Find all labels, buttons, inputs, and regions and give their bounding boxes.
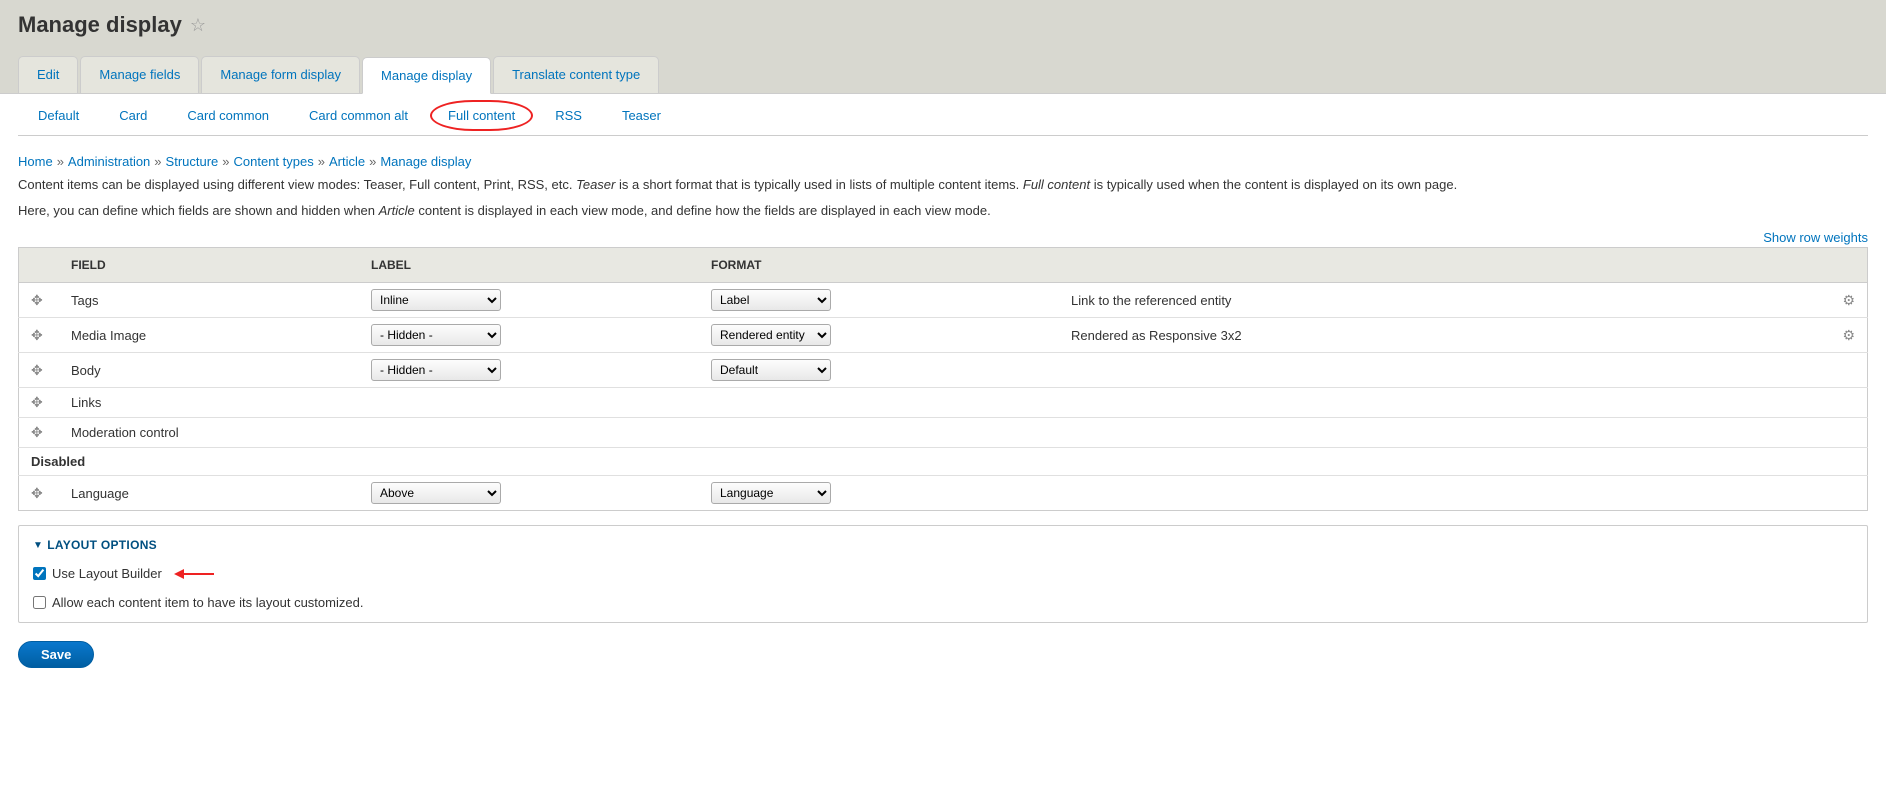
primary-tab-manage-display[interactable]: Manage display [362, 57, 491, 94]
breadcrumb-manage-display[interactable]: Manage display [380, 154, 471, 169]
table-row: ✥ Language Above Language [19, 476, 1868, 511]
format-select[interactable]: Default [711, 359, 831, 381]
use-layout-builder-label[interactable]: Use Layout Builder [52, 566, 162, 581]
field-name: Language [59, 476, 359, 511]
primary-tab-manage-fields[interactable]: Manage fields [80, 56, 199, 93]
drag-handle-icon[interactable]: ✥ [31, 424, 47, 441]
primary-tab-translate-content-type[interactable]: Translate content type [493, 56, 659, 93]
drag-handle-icon[interactable]: ✥ [31, 327, 47, 344]
field-name: Media Image [59, 318, 359, 353]
save-button[interactable]: Save [18, 641, 94, 668]
breadcrumb-article[interactable]: Article [329, 154, 365, 169]
arrow-annotation-icon [174, 567, 214, 581]
label-select[interactable]: Above [371, 482, 501, 504]
table-row: ✥ Moderation control [19, 418, 1868, 448]
show-row-weights-link[interactable]: Show row weights [1763, 230, 1868, 245]
drag-handle-icon[interactable]: ✥ [31, 362, 47, 379]
help-text-2: Here, you can define which fields are sh… [18, 201, 1868, 221]
secondary-tab-card[interactable]: Card [99, 104, 167, 127]
format-settings-summary: Link to the referenced entity [1059, 283, 1828, 318]
secondary-tab-default[interactable]: Default [18, 104, 99, 127]
drag-handle-icon[interactable]: ✥ [31, 292, 47, 309]
allow-customize-checkbox[interactable] [33, 596, 46, 609]
primary-tabs: EditManage fieldsManage form displayMana… [18, 56, 1868, 93]
th-field: Field [59, 248, 359, 283]
table-row: ✥ Links [19, 388, 1868, 418]
format-settings-summary: Rendered as Responsive 3x2 [1059, 318, 1828, 353]
th-label: Label [359, 248, 699, 283]
table-row: ✥ Tags Inline Label Link to the referenced e… [19, 283, 1868, 318]
primary-tab-manage-form-display[interactable]: Manage form display [201, 56, 360, 93]
breadcrumb-structure[interactable]: Structure [166, 154, 219, 169]
field-name: Body [59, 353, 359, 388]
label-select[interactable]: Inline [371, 289, 501, 311]
breadcrumb-home[interactable]: Home [18, 154, 53, 169]
secondary-tab-card-common-alt[interactable]: Card common alt [289, 104, 428, 127]
triangle-down-icon: ▼ [33, 540, 43, 551]
label-select[interactable]: - Hidden - [371, 359, 501, 381]
label-select[interactable]: - Hidden - [371, 324, 501, 346]
primary-tab-edit[interactable]: Edit [18, 56, 78, 93]
drag-handle-icon[interactable]: ✥ [31, 394, 47, 411]
fields-table: Field Label Format ✥ Tags Inline Label Link … [18, 247, 1868, 511]
breadcrumb: Home»Administration»Structure»Content ty… [18, 154, 1868, 169]
layout-options-summary[interactable]: ▼ Layout options [33, 538, 1853, 552]
drag-handle-icon[interactable]: ✥ [31, 485, 47, 502]
breadcrumb-administration[interactable]: Administration [68, 154, 150, 169]
secondary-tab-card-common[interactable]: Card common [167, 104, 289, 127]
format-select[interactable]: Language [711, 482, 831, 504]
format-select[interactable]: Label [711, 289, 831, 311]
field-name: Links [59, 388, 359, 418]
format-settings-summary [1059, 476, 1828, 511]
allow-customize-label[interactable]: Allow each content item to have its layo… [52, 595, 363, 610]
secondary-tab-rss[interactable]: RSS [535, 104, 602, 127]
format-settings-summary [1059, 418, 1828, 448]
format-settings-summary [1059, 353, 1828, 388]
disabled-section-row: Disabled [19, 448, 1868, 476]
gear-icon[interactable]: ⚙ [1842, 327, 1855, 344]
layout-options-details: ▼ Layout options Use Layout Builder Allo… [18, 525, 1868, 623]
field-name: Moderation control [59, 418, 359, 448]
field-name: Tags [59, 283, 359, 318]
format-settings-summary [1059, 388, 1828, 418]
table-row: ✥ Media Image - Hidden - Rendered entity Ren… [19, 318, 1868, 353]
help-text-1: Content items can be displayed using dif… [18, 175, 1868, 195]
secondary-tab-full-content[interactable]: Full content [428, 104, 535, 127]
table-row: ✥ Body - Hidden - Default [19, 353, 1868, 388]
secondary-tab-teaser[interactable]: Teaser [602, 104, 681, 127]
use-layout-builder-checkbox[interactable] [33, 567, 46, 580]
star-icon[interactable]: ☆ [190, 15, 206, 36]
breadcrumb-content-types[interactable]: Content types [234, 154, 314, 169]
secondary-tabs: DefaultCardCard commonCard common altFul… [18, 94, 1868, 136]
gear-icon[interactable]: ⚙ [1842, 292, 1855, 309]
th-format: Format [699, 248, 1059, 283]
page-title: Manage display [18, 12, 182, 38]
format-select[interactable]: Rendered entity [711, 324, 831, 346]
